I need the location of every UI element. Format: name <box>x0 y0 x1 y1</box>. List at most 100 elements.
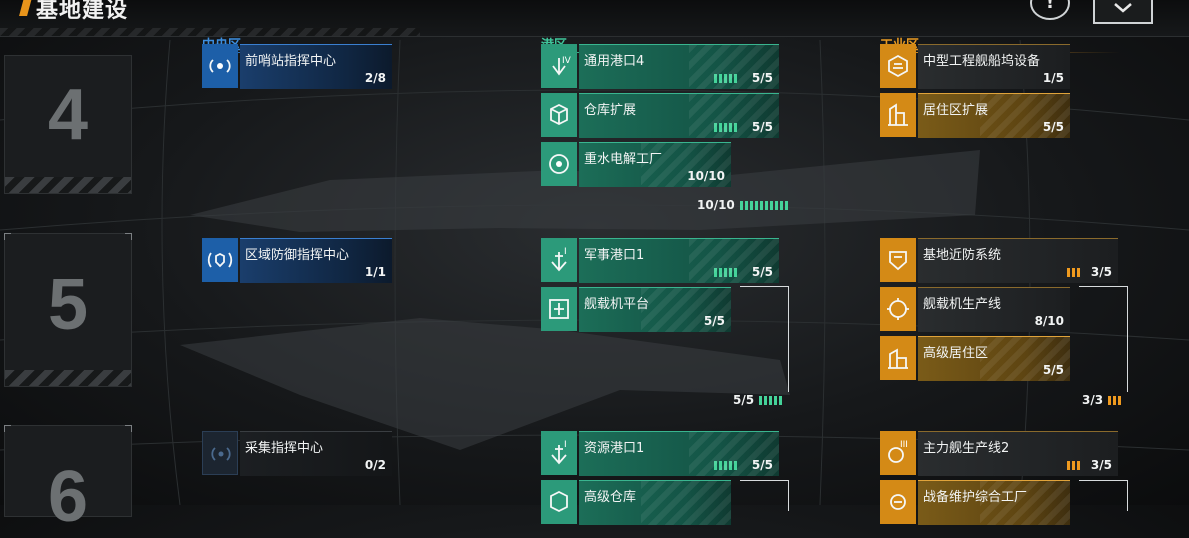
building-card-carrier-aircraft-platform[interactable]: 舰载机平台 5/5 <box>541 287 731 332</box>
anchor-resource-icon: I <box>541 431 577 475</box>
signal-icon <box>202 431 238 475</box>
building-card-outpost-command[interactable]: 前哨站指挥中心 2/8 <box>202 44 392 89</box>
building-name: 舰载机平台 <box>584 297 650 312</box>
building-progress: 5/5 <box>751 265 773 279</box>
corner-mark <box>4 233 11 240</box>
building-card-medium-shipyard[interactable]: 中型工程舰船坞设备 1/5 <box>880 44 1070 89</box>
help-button[interactable]: ! <box>1030 0 1070 20</box>
tier-stripe <box>5 177 131 193</box>
card-body: 仓库扩展 5/5 <box>579 93 779 138</box>
building-card-general-port-4[interactable]: IV 通用港口4 5/5 <box>541 44 779 89</box>
warehouse-icon <box>541 480 577 524</box>
building-card-harvest-command[interactable]: 采集指挥中心 0/2 <box>202 431 392 476</box>
building-progress: 5/5 <box>751 120 773 134</box>
building-name: 前哨站指挥中心 <box>245 54 337 69</box>
building-progress: 5/5 <box>751 458 773 472</box>
card-body: 居住区扩展 5/5 <box>918 93 1070 138</box>
shield-signal-icon <box>202 238 238 282</box>
building-card-advanced-warehouse[interactable]: 高级仓库 <box>541 480 731 525</box>
building-name: 居住区扩展 <box>923 103 989 118</box>
port-tier5-total: 5/5 <box>733 393 783 407</box>
card-body: 基地近防系统 3/5 <box>918 238 1118 283</box>
header-bar: 基地建设 ! <box>0 0 1189 37</box>
building-name: 资源港口1 <box>584 441 645 456</box>
building-progress: 5/5 <box>1042 363 1064 377</box>
total-progress: 3/3 <box>1082 393 1104 407</box>
card-body: 区域防御指挥中心 1/1 <box>240 238 392 283</box>
aircraft-platform-icon <box>541 287 577 331</box>
building-name: 采集指挥中心 <box>245 441 324 456</box>
svg-text:IV: IV <box>562 56 572 66</box>
building-card-base-close-defense[interactable]: 基地近防系统 3/5 <box>880 238 1118 283</box>
card-body: 高级仓库 <box>579 480 731 525</box>
card-body: 舰载机生产线 8/10 <box>918 287 1070 332</box>
port-tier4-total: 10/10 <box>697 198 788 212</box>
page-title: 基地建设 <box>36 0 129 23</box>
progress-bars <box>714 74 737 83</box>
building-card-warehouse-expansion[interactable]: 仓库扩展 5/5 <box>541 93 779 138</box>
building-name: 战备维护综合工厂 <box>923 490 1028 505</box>
electrolysis-icon <box>541 142 577 186</box>
building-progress: 5/5 <box>751 71 773 85</box>
building-card-residence-expansion[interactable]: 居住区扩展 5/5 <box>880 93 1070 138</box>
card-body: 舰载机平台 5/5 <box>579 287 731 332</box>
progress-bars <box>1108 395 1122 405</box>
progress-bars <box>714 461 737 470</box>
chevron-down-icon <box>1114 3 1132 13</box>
building-name: 舰载机生产线 <box>923 297 1002 312</box>
building-progress: 5/5 <box>703 314 725 328</box>
tier-number: 4 <box>47 75 89 155</box>
progress-bars <box>1067 268 1080 277</box>
card-body: 采集指挥中心 0/2 <box>240 431 392 476</box>
title-accent <box>19 0 33 16</box>
industrial-tier5-total: 3/3 <box>1082 393 1122 407</box>
building-card-aircraft-production-line[interactable]: 舰载机生产线 8/10 <box>880 287 1070 332</box>
building-card-regional-defense-command[interactable]: 区域防御指挥中心 1/1 <box>202 238 392 283</box>
card-body: 前哨站指挥中心 2/8 <box>240 44 392 89</box>
collapse-button[interactable] <box>1093 0 1153 24</box>
total-progress: 10/10 <box>697 198 735 212</box>
progress-bars <box>714 268 737 277</box>
tier-number: 5 <box>47 265 89 345</box>
residence-icon <box>880 93 916 137</box>
building-card-resource-port-1[interactable]: I 资源港口1 5/5 <box>541 431 779 476</box>
card-body: 主力舰生产线2 3/5 <box>918 431 1118 476</box>
building-card-maintenance-factory[interactable]: 战备维护综合工厂 <box>880 480 1070 525</box>
building-card-heavy-water-plant[interactable]: 重水电解工厂 10/10 <box>541 142 731 187</box>
svg-text:III: III <box>900 440 908 450</box>
building-name: 主力舰生产线2 <box>923 441 1010 456</box>
anchor-i-icon: I <box>541 238 577 282</box>
building-card-military-port-1[interactable]: I 军事港口1 5/5 <box>541 238 779 283</box>
total-progress: 5/5 <box>733 393 755 407</box>
progress-bars <box>739 200 788 210</box>
card-body: 重水电解工厂 10/10 <box>579 142 731 187</box>
anchor-iv-icon: IV <box>541 44 577 88</box>
building-progress: 2/8 <box>364 71 386 85</box>
svg-text:I: I <box>564 247 567 257</box>
building-name: 仓库扩展 <box>584 103 637 118</box>
building-card-advanced-residence[interactable]: 高级居住区 5/5 <box>880 336 1070 381</box>
gear-production-icon <box>880 287 916 331</box>
building-card-capital-ship-line-2[interactable]: III 主力舰生产线2 3/5 <box>880 431 1118 476</box>
building-progress: 0/2 <box>364 458 386 472</box>
building-name: 通用港口4 <box>584 54 645 69</box>
building-progress: 3/5 <box>1090 458 1112 472</box>
maintenance-icon <box>880 480 916 524</box>
building-progress: 1/1 <box>364 265 386 279</box>
building-progress: 10/10 <box>687 169 725 183</box>
building-name: 重水电解工厂 <box>584 152 663 167</box>
building-progress: 5/5 <box>1042 120 1064 134</box>
progress-bars <box>1067 461 1080 470</box>
tier-6-block: 6 <box>4 425 132 537</box>
building-progress: 8/10 <box>1034 314 1064 328</box>
group-bracket <box>740 480 789 511</box>
defense-turret-icon <box>880 238 916 282</box>
warehouse-cube-icon <box>541 93 577 137</box>
group-bracket <box>1079 286 1128 392</box>
progress-bars <box>759 395 783 405</box>
card-body: 战备维护综合工厂 <box>918 480 1070 525</box>
card-body: 资源港口1 5/5 <box>579 431 779 476</box>
group-bracket <box>1079 480 1128 511</box>
building-name: 军事港口1 <box>584 248 645 263</box>
progress-bars <box>714 123 737 132</box>
